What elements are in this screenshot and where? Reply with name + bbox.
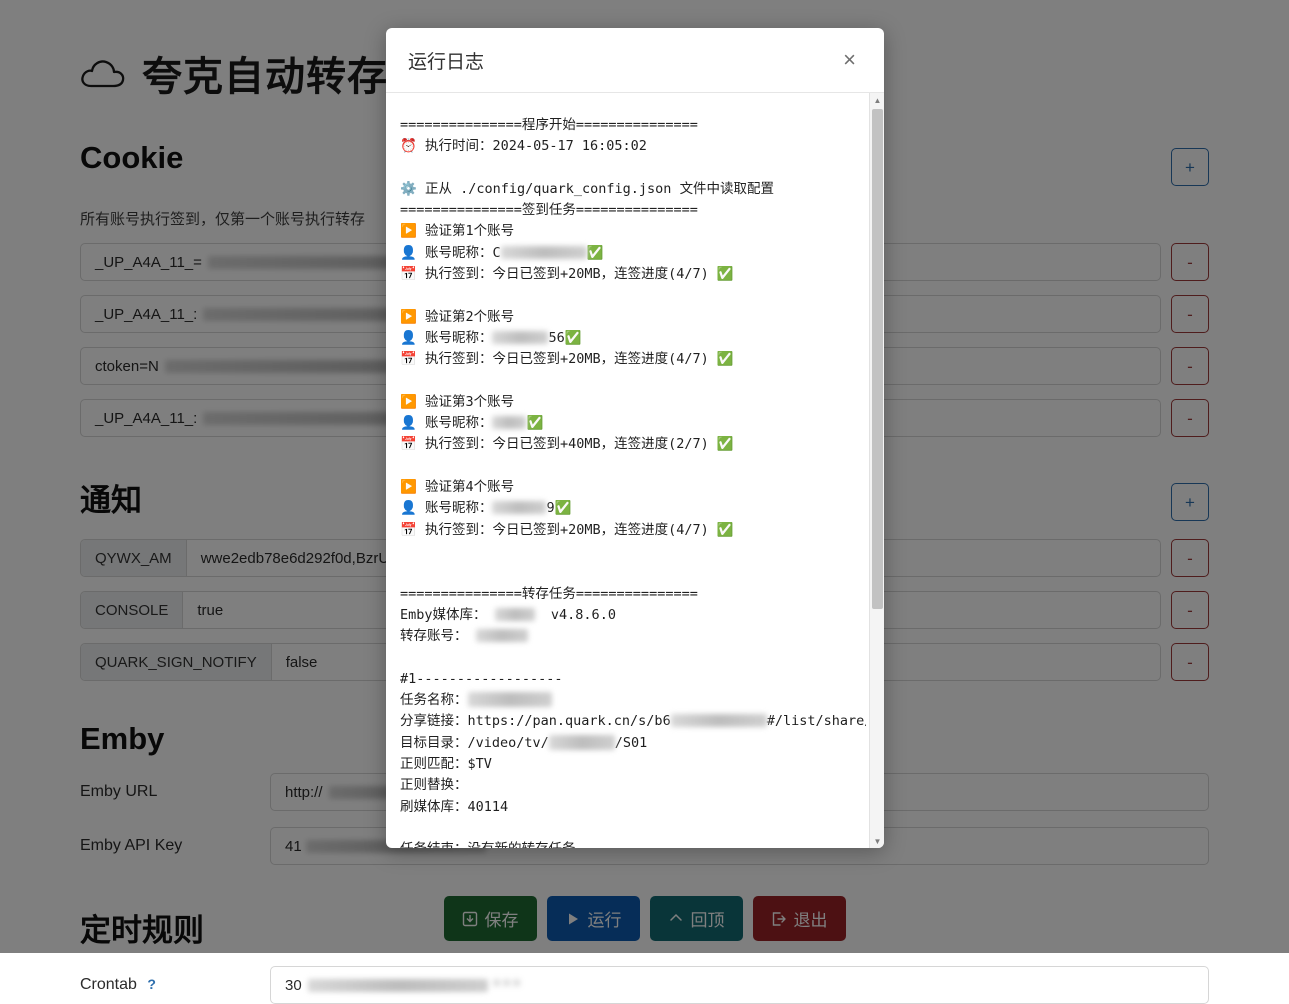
config-suffix: 文件中读取配置 (680, 181, 775, 197)
account-4-nickname-label: 账号昵称： (425, 500, 493, 516)
check-mark-icon: ✅ (717, 351, 734, 367)
crontab-value: 30 (285, 977, 302, 994)
alarm-clock-icon: ⏰ (400, 138, 417, 154)
modal-title: 运行日志 (408, 47, 484, 74)
check-mark-icon: ✅ (587, 245, 604, 261)
share-link-label: 分享链接： (400, 713, 468, 729)
task-index: #1------------------ (400, 671, 563, 687)
person-icon: 👤 (400, 330, 417, 346)
config-path: ./config/quark_config.json (460, 181, 671, 197)
scroll-down-arrow-icon[interactable]: ▼ (870, 834, 884, 848)
account-2-nickname: 56 (548, 330, 564, 346)
modal-body: ===============程序开始=============== ⏰ 执行时… (386, 93, 884, 848)
account-4-nickname: 9 (546, 500, 554, 516)
person-icon: 👤 (400, 500, 417, 516)
account-4-signin-label: 执行签到： (425, 522, 493, 538)
person-icon: 👤 (400, 245, 417, 261)
check-mark-icon: ✅ (717, 522, 734, 538)
close-icon[interactable]: × (837, 47, 862, 73)
crontab-input[interactable]: 30 * * * (270, 966, 1209, 1004)
regex-match-value: $TV (468, 756, 492, 772)
account-3-signin-value: 今日已签到+40MB，连签进度(2/7) (492, 436, 708, 452)
transfer-account-label: 转存账号： (400, 628, 468, 644)
emby-lib-version: v4.8.6.0 (551, 607, 616, 623)
redacted-text (468, 692, 552, 707)
account-3-verify: 验证第3个账号 (425, 394, 514, 410)
play-button-icon: ▶️ (400, 309, 417, 325)
crontab-label-text: Crontab (80, 976, 137, 993)
question-mark-icon[interactable]: ? (147, 976, 156, 992)
target-dir-prefix: /video/tv/ (468, 735, 549, 751)
calendar-icon: 📅 (400, 266, 417, 282)
crontab-row: Crontab ? 30 * * * (80, 966, 1209, 1004)
regex-replace-label: 正则替换： (400, 777, 468, 793)
signin-divider: ===============签到任务=============== (400, 202, 698, 218)
account-3-signin-label: 执行签到： (425, 436, 493, 452)
emby-lib-label: Emby媒体库： (400, 607, 487, 623)
config-label: 正从 (425, 181, 452, 197)
transfer-divider: ===============转存任务=============== (400, 586, 698, 602)
redacted-text (501, 246, 587, 259)
redacted-text (671, 714, 767, 727)
check-mark-icon: ✅ (555, 500, 572, 516)
check-mark-icon: ✅ (526, 415, 543, 431)
redacted-text (476, 629, 528, 642)
person-icon: 👤 (400, 415, 417, 431)
check-mark-icon: ✅ (717, 266, 734, 282)
check-mark-icon: ✅ (565, 330, 582, 346)
modal-header: 运行日志 × (386, 28, 884, 93)
account-1-nickname: C (492, 245, 500, 261)
calendar-icon: 📅 (400, 351, 417, 367)
account-4-signin-value: 今日已签到+20MB，连签进度(4/7) (492, 522, 708, 538)
log-start-divider: ===============程序开始=============== (400, 117, 698, 133)
target-dir-suffix: /S01 (615, 735, 648, 751)
play-button-icon: ▶️ (400, 479, 417, 495)
calendar-icon: 📅 (400, 522, 417, 538)
task-name-label: 任务名称： (400, 692, 468, 708)
run-time-label: 执行时间： (425, 138, 493, 154)
redacted-text (308, 979, 488, 992)
log-output: ===============程序开始=============== ⏰ 执行时… (400, 115, 866, 848)
task-end-value: 没有新的转存任务 (468, 841, 576, 848)
redacted-text (495, 608, 535, 621)
share-link-prefix: https://pan.quark.cn/s/b6 (468, 713, 671, 729)
modal-scrollbar[interactable]: ▲ ▼ (869, 93, 884, 848)
run-time-value: 2024-05-17 16:05:02 (492, 138, 646, 154)
account-1-verify: 验证第1个账号 (425, 223, 514, 239)
crontab-value-tail: * * * (494, 977, 520, 994)
scrollbar-thumb[interactable] (872, 109, 883, 609)
share-link-suffix: #/list/share/9 (767, 713, 866, 729)
scroll-up-arrow-icon[interactable]: ▲ (870, 93, 884, 107)
run-log-modal: 运行日志 × ===============程序开始==============… (386, 28, 884, 848)
account-3-nickname-label: 账号昵称： (425, 415, 493, 431)
account-2-signin-label: 执行签到： (425, 351, 493, 367)
regex-match-label: 正则匹配： (400, 756, 468, 772)
redacted-text (492, 416, 526, 429)
gear-icon: ⚙️ (400, 181, 417, 197)
target-dir-label: 目标目录： (400, 735, 468, 751)
redacted-text (492, 331, 548, 344)
play-button-icon: ▶️ (400, 394, 417, 410)
refresh-lib-value: 40114 (468, 799, 509, 815)
account-1-nickname-label: 账号昵称： (425, 245, 493, 261)
crontab-label: Crontab ? (80, 976, 260, 994)
refresh-lib-label: 刷媒体库： (400, 799, 468, 815)
redacted-text (492, 501, 546, 514)
account-4-verify: 验证第4个账号 (425, 479, 514, 495)
task-end-label: 任务结束： (400, 841, 468, 848)
account-2-signin-value: 今日已签到+20MB，连签进度(4/7) (492, 351, 708, 367)
calendar-icon: 📅 (400, 436, 417, 452)
check-mark-icon: ✅ (717, 436, 734, 452)
redacted-text (549, 735, 615, 750)
account-2-verify: 验证第2个账号 (425, 309, 514, 325)
account-2-nickname-label: 账号昵称： (425, 330, 493, 346)
play-button-icon: ▶️ (400, 223, 417, 239)
account-1-signin-value: 今日已签到+20MB，连签进度(4/7) (492, 266, 708, 282)
account-1-signin-label: 执行签到： (425, 266, 493, 282)
